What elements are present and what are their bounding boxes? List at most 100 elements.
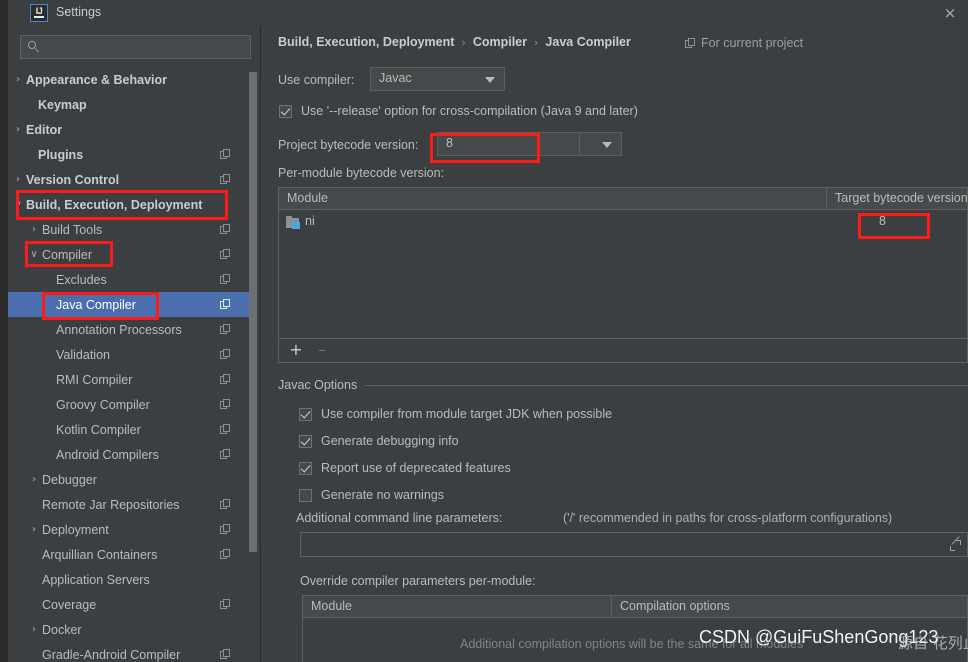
sidebar-item-version-control[interactable]: › Version Control	[8, 167, 253, 192]
chevron-down-icon	[485, 77, 495, 83]
checkbox-label: Report use of deprecated features	[321, 461, 511, 475]
breadcrumb-part-compiler[interactable]: Compiler	[473, 35, 527, 49]
sidebar-item-kotlin-compiler[interactable]: Kotlin Compiler	[8, 417, 253, 442]
checkbox-generate-no-warnings[interactable]: Generate no warnings	[299, 488, 444, 502]
sidebar-item-label: Appearance & Behavior	[26, 72, 168, 87]
search-icon	[28, 41, 40, 53]
breadcrumb-part-build[interactable]: Build, Execution, Deployment	[278, 35, 454, 49]
sidebar-item-arquillian-containers[interactable]: Arquillian Containers	[8, 542, 253, 567]
sidebar-item-build-execution-deployment[interactable]: ∨ Build, Execution, Deployment	[8, 192, 253, 217]
window-title: Settings	[56, 5, 102, 19]
settings-sidebar: › Appearance & Behavior Keymap › Editor Plugi…	[8, 26, 261, 662]
sidebar-item-annotation-processors[interactable]: Annotation Processors	[8, 317, 253, 342]
checkbox-use-compiler-from-module-jdk[interactable]: Use compiler from module target JDK when…	[299, 407, 612, 421]
sidebar-scrollbar-thumb[interactable]	[249, 72, 257, 552]
add-module-button[interactable]: +	[287, 341, 305, 359]
sidebar-item-debugger[interactable]: › Debugger	[8, 467, 253, 492]
sidebar-item-excludes[interactable]: Excludes	[8, 267, 253, 292]
chevron-right-icon[interactable]: ›	[28, 524, 40, 536]
sidebar-item-keymap[interactable]: Keymap	[8, 92, 253, 117]
table-row[interactable]: ni 8	[279, 211, 967, 234]
module-icon	[286, 216, 301, 229]
column-header-module[interactable]: Module	[287, 191, 328, 205]
project-scope-icon	[220, 374, 231, 385]
sidebar-item-label: Java Compiler	[56, 297, 136, 312]
override-params-label: Override compiler parameters per-module:	[300, 574, 536, 588]
search-input[interactable]	[45, 36, 245, 58]
close-icon[interactable]: ×	[940, 4, 960, 22]
sidebar-item-label: Application Servers	[42, 572, 150, 587]
sidebar-item-groovy-compiler[interactable]: Groovy Compiler	[8, 392, 253, 417]
chevron-right-icon: ›	[461, 35, 466, 49]
project-scope-icon	[220, 349, 231, 360]
sidebar-item-remote-jar-repositories[interactable]: Remote Jar Repositories	[8, 492, 253, 517]
sidebar-item-deployment[interactable]: › Deployment	[8, 517, 253, 542]
sidebar-item-label: Build Tools	[42, 222, 103, 237]
project-scope-icon	[220, 224, 231, 235]
chevron-right-icon[interactable]: ›	[28, 224, 40, 236]
sidebar-item-compiler[interactable]: ∨ Compiler	[8, 242, 253, 267]
table-header-row: Module Compilation options	[303, 596, 967, 618]
project-bytecode-label: Project bytecode version:	[278, 138, 419, 152]
column-divider[interactable]	[611, 596, 612, 618]
cell-target-version: 8	[879, 214, 886, 228]
scope-label-text: For current project	[701, 36, 804, 50]
sidebar-item-rmi-compiler[interactable]: RMI Compiler	[8, 367, 253, 392]
java-compiler-panel: Build, Execution, Deployment › Compiler …	[262, 26, 968, 662]
remove-module-button: –	[318, 340, 326, 359]
project-scope-icon	[220, 599, 231, 610]
javac-options-group-header: Javac Options	[278, 378, 968, 392]
column-divider[interactable]	[826, 188, 827, 210]
sidebar-item-coverage[interactable]: Coverage	[8, 592, 253, 617]
project-scope-icon	[220, 299, 231, 310]
column-header-target-bytecode[interactable]: Target bytecode version	[835, 191, 968, 205]
per-module-bytecode-label: Per-module bytecode version:	[278, 166, 445, 180]
sidebar-item-build-tools[interactable]: › Build Tools	[8, 217, 253, 242]
use-compiler-dropdown[interactable]: Javac	[370, 67, 505, 91]
sidebar-item-android-compilers[interactable]: Android Compilers	[8, 442, 253, 467]
search-field[interactable]	[20, 35, 251, 59]
sidebar-item-appearance-behavior[interactable]: › Appearance & Behavior	[8, 67, 253, 92]
use-release-option-checkbox[interactable]: Use '--release' option for cross-compila…	[279, 104, 638, 118]
checkbox-box	[299, 407, 312, 421]
sidebar-item-validation[interactable]: Validation	[8, 342, 253, 367]
additional-params-input[interactable]	[300, 532, 968, 557]
screenshot-root: IJ Settings × › Appearance & Behavior Keym…	[0, 0, 968, 662]
column-header-compilation-options[interactable]: Compilation options	[620, 599, 730, 613]
sidebar-item-application-servers[interactable]: Application Servers	[8, 567, 253, 592]
checkbox-label: Use compiler from module target JDK when…	[321, 407, 613, 421]
sidebar-item-java-compiler[interactable]: Java Compiler	[8, 292, 253, 317]
sidebar-item-gradle-android-compiler[interactable]: Gradle-Android Compiler	[8, 642, 253, 662]
chevron-right-icon[interactable]: ›	[12, 74, 24, 86]
logo-text: IJ	[35, 6, 43, 16]
sidebar-item-editor[interactable]: › Editor	[8, 117, 253, 142]
sidebar-item-label: Docker	[42, 622, 82, 637]
sidebar-item-label: Compiler	[42, 247, 93, 262]
sidebar-item-label: Annotation Processors	[56, 322, 182, 337]
breadcrumb-part-java-compiler: Java Compiler	[545, 35, 631, 49]
checkbox-report-deprecated-features[interactable]: Report use of deprecated features	[299, 461, 511, 475]
expand-icon[interactable]	[950, 536, 961, 551]
chevron-right-icon[interactable]: ›	[12, 124, 24, 136]
sidebar-item-label: Validation	[56, 347, 110, 362]
chevron-right-icon[interactable]: ›	[12, 174, 24, 186]
sidebar-item-label: Editor	[26, 122, 63, 137]
chevron-down-icon	[602, 142, 612, 148]
project-scope-icon	[220, 149, 231, 160]
chevron-right-icon[interactable]: ›	[28, 474, 40, 486]
project-bytecode-dropdown-button[interactable]	[579, 132, 622, 156]
project-scope-icon	[220, 649, 231, 660]
checkbox-box	[299, 461, 312, 475]
additional-params-hint: ('/' recommended in paths for cross-plat…	[563, 511, 893, 525]
checkbox-generate-debugging-info[interactable]: Generate debugging info	[299, 434, 459, 448]
column-header-module[interactable]: Module	[311, 599, 352, 613]
sidebar-item-plugins[interactable]: Plugins	[8, 142, 253, 167]
project-scope-icon	[220, 549, 231, 560]
scope-indicator[interactable]: For current project	[685, 36, 803, 50]
sidebar-item-docker[interactable]: › Docker	[8, 617, 253, 642]
chevron-down-icon[interactable]: ∨	[12, 199, 24, 211]
chevron-down-icon[interactable]: ∨	[28, 249, 40, 261]
project-bytecode-value: 8	[446, 136, 453, 150]
chevron-right-icon[interactable]: ›	[28, 624, 40, 636]
checkbox-label: Generate no warnings	[321, 488, 444, 502]
